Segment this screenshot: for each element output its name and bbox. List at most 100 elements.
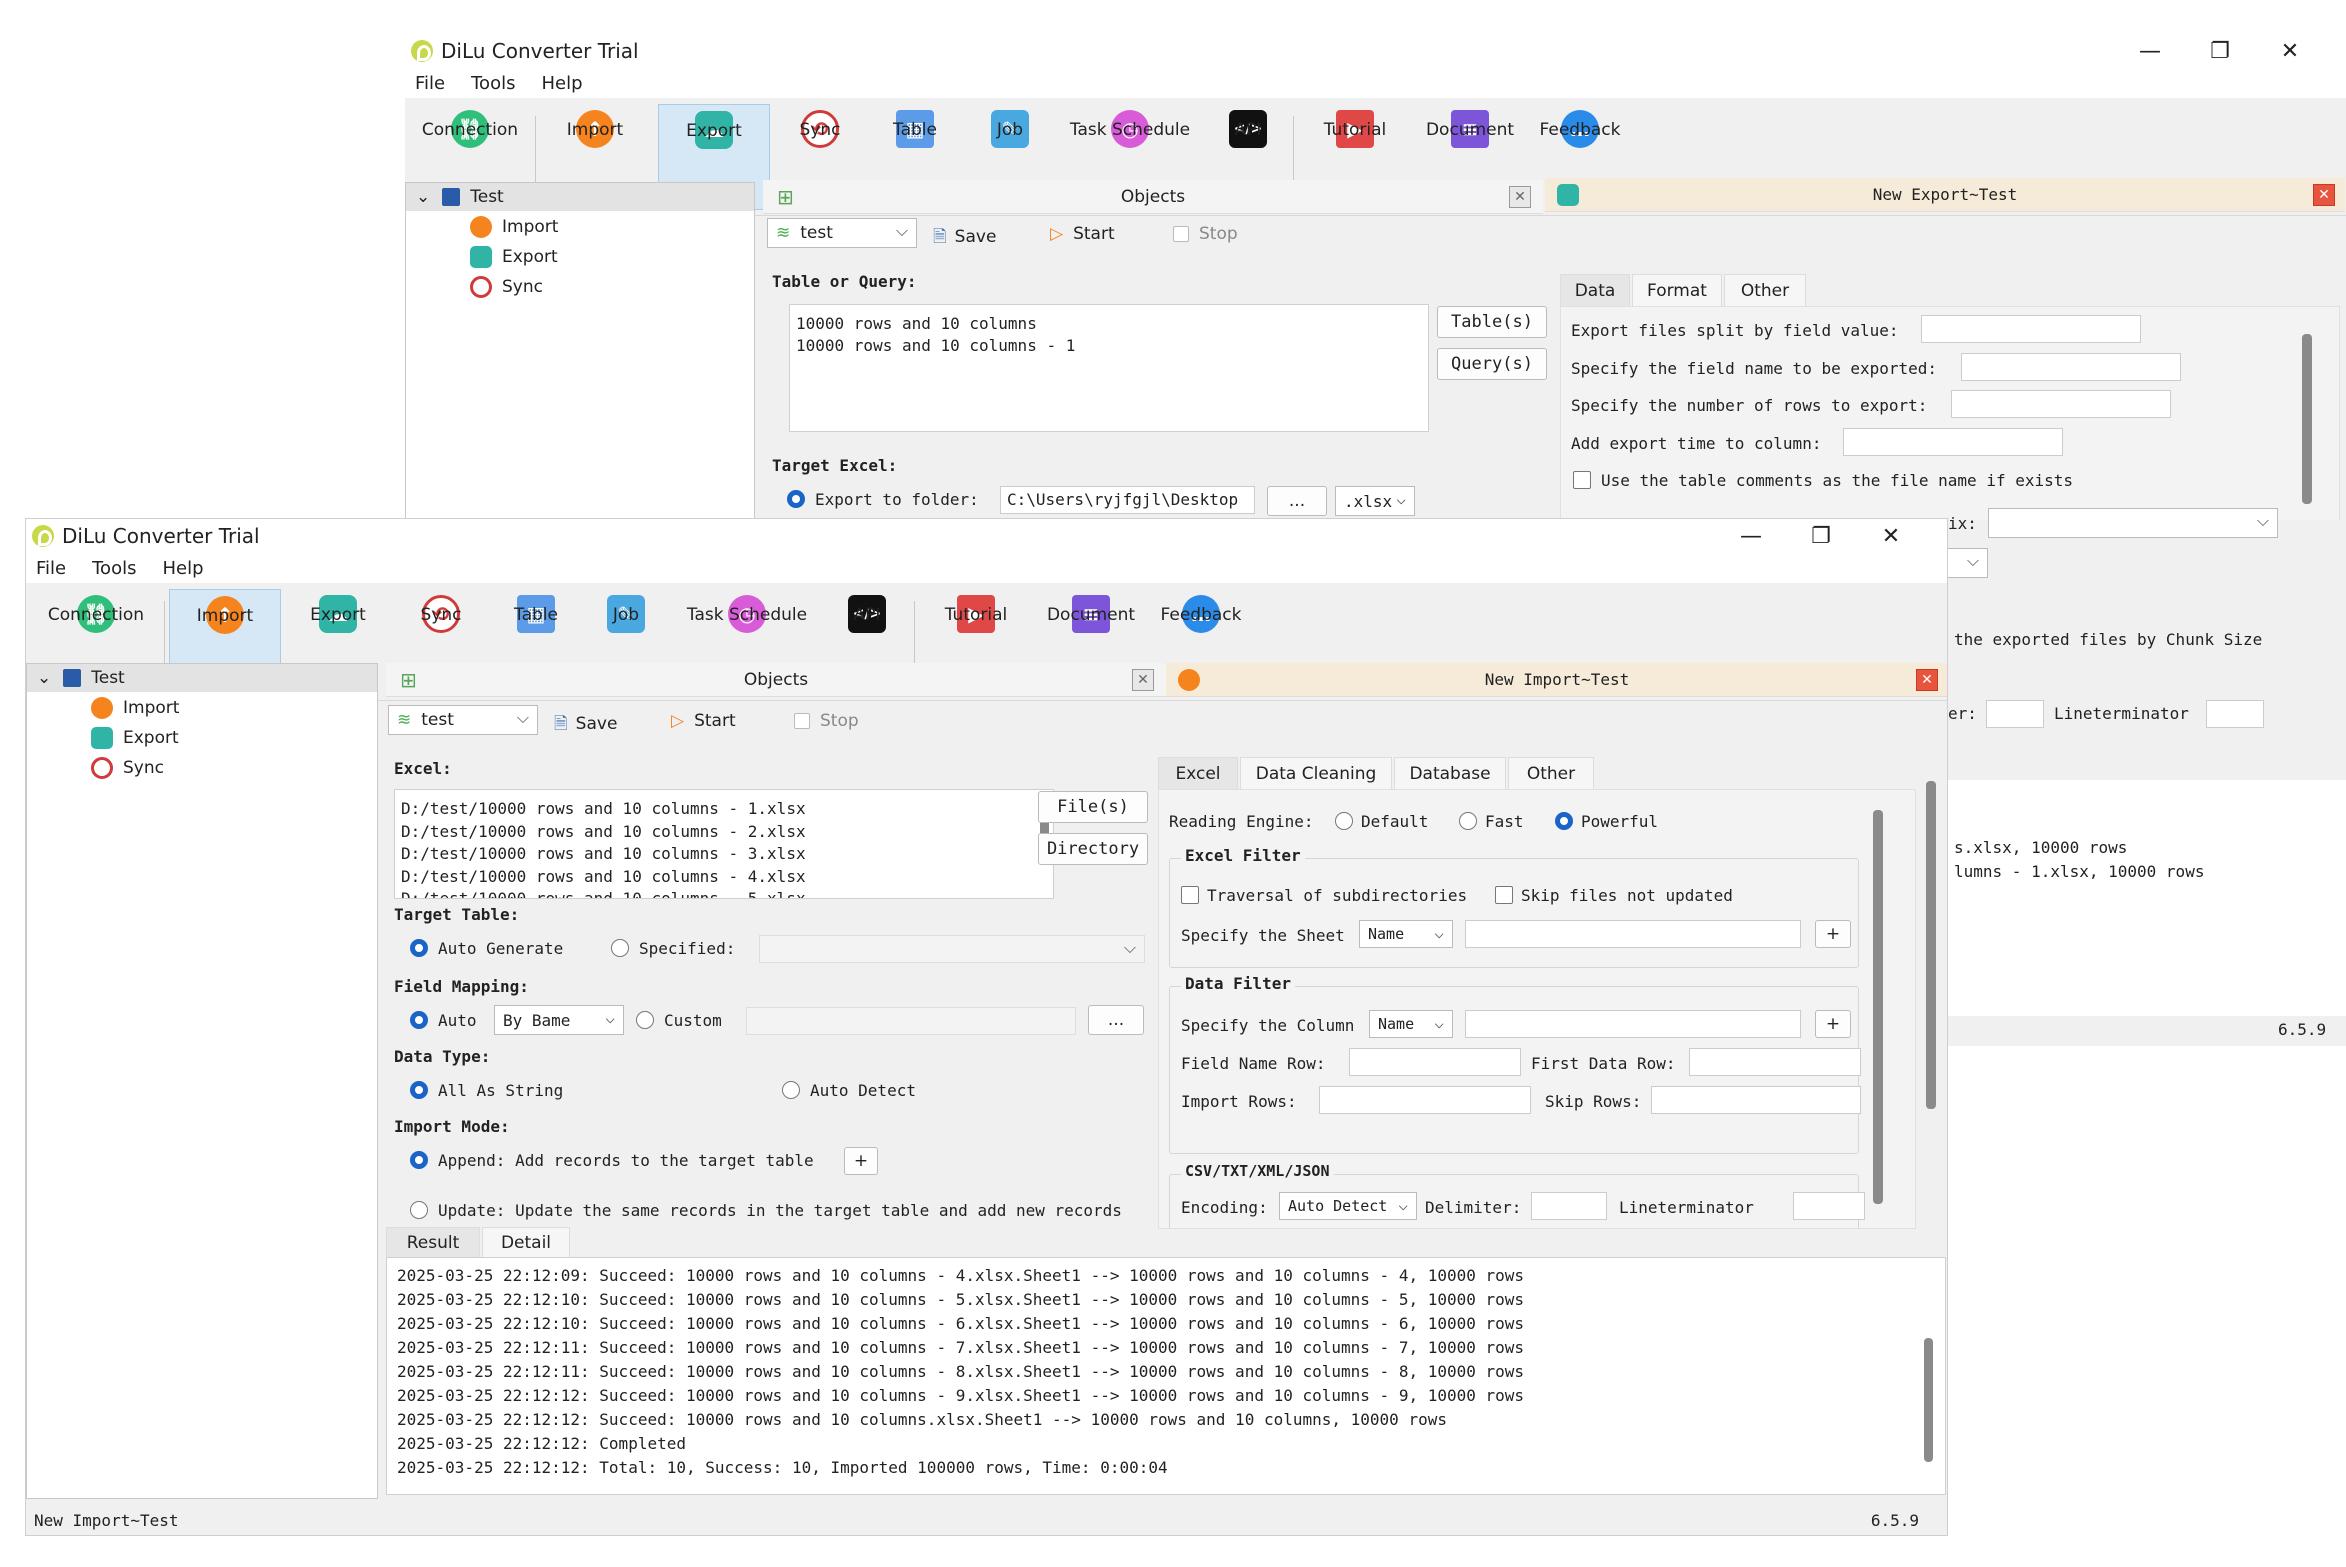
save-button[interactable]: 🗎 Save: [554, 711, 617, 740]
tab-data-cleaning[interactable]: Data Cleaning: [1240, 757, 1392, 789]
scrollbar[interactable]: [2302, 334, 2312, 504]
column-name-input[interactable]: [1465, 1010, 1801, 1038]
files-button[interactable]: File(s): [1038, 791, 1148, 823]
delimiter-input[interactable]: [1531, 1192, 1607, 1220]
field-name-input[interactable]: [1961, 353, 2181, 381]
tree-item-sync[interactable]: Sync: [91, 754, 164, 782]
excel-files-list[interactable]: D:/test/10000 rows and 10 columns - 1.xl…: [394, 789, 1054, 899]
skip-files-checkbox[interactable]: [1495, 886, 1513, 904]
list-item[interactable]: D:/test/10000 rows and 10 columns - 1.xl…: [401, 798, 1047, 821]
engine-default-radio[interactable]: [1335, 812, 1353, 830]
minimize-icon[interactable]: —: [2115, 34, 2185, 68]
export-time-input[interactable]: [1843, 428, 2063, 456]
close-tab-icon[interactable]: ✕: [2313, 184, 2335, 206]
auto-generate-radio[interactable]: [410, 939, 428, 957]
menu-file[interactable]: File: [36, 558, 66, 579]
update-radio[interactable]: [410, 1201, 428, 1219]
sheet-name-input[interactable]: [1465, 920, 1801, 948]
collapse-icon[interactable]: ⌄: [37, 668, 51, 688]
tab-data[interactable]: Data: [1560, 274, 1630, 306]
menu-help[interactable]: Help: [541, 73, 582, 94]
restore-icon[interactable]: ❐: [2185, 34, 2255, 68]
use-comments-checkbox[interactable]: [1573, 471, 1591, 489]
partial-select-2[interactable]: [1948, 548, 1988, 578]
close-icon[interactable]: ✕: [1856, 519, 1926, 553]
custom-mapping-browse-button[interactable]: ...: [1088, 1005, 1144, 1035]
encoding-select[interactable]: Auto Detect: [1279, 1192, 1417, 1220]
folder-path-input[interactable]: C:\Users\ryjfgjl\Desktop: [1000, 486, 1255, 514]
start-button[interactable]: ▷ Start: [1050, 224, 1115, 244]
partial-select[interactable]: [1988, 508, 2278, 538]
database-select[interactable]: ≋ test: [388, 705, 538, 735]
all-as-string-radio[interactable]: [410, 1081, 428, 1099]
mapping-method-select[interactable]: By Bame: [494, 1005, 624, 1035]
partial-delimiter-input[interactable]: [1986, 700, 2044, 728]
auto-detect-radio[interactable]: [782, 1081, 800, 1099]
sheet-mode-select[interactable]: Name: [1359, 920, 1453, 948]
import-rows-input[interactable]: [1319, 1086, 1531, 1114]
tab-other[interactable]: Other: [1508, 757, 1594, 789]
traversal-checkbox[interactable]: [1181, 886, 1199, 904]
tab-other[interactable]: Other: [1724, 274, 1806, 306]
browse-button[interactable]: ...: [1267, 486, 1327, 516]
tree-item-import[interactable]: Import: [91, 694, 179, 722]
tree-item-sync[interactable]: Sync: [470, 273, 543, 301]
engine-powerful-radio[interactable]: [1555, 812, 1573, 830]
tree-item-import[interactable]: Import: [470, 213, 558, 241]
tab-result[interactable]: Result: [386, 1227, 480, 1257]
close-icon[interactable]: ✕: [2255, 34, 2325, 68]
query-button[interactable]: Query(s): [1437, 348, 1547, 380]
partial-lineterminator-input[interactable]: [2206, 700, 2264, 728]
minimize-icon[interactable]: —: [1716, 519, 1786, 553]
list-item[interactable]: D:/test/10000 rows and 10 columns - 2.xl…: [401, 821, 1047, 844]
lineterminator-input[interactable]: [1793, 1192, 1865, 1220]
extension-select[interactable]: .xlsx: [1335, 486, 1415, 516]
save-button[interactable]: 🗎 Save: [933, 224, 996, 253]
list-item[interactable]: 10000 rows and 10 columns - 1: [796, 335, 1422, 357]
scrollbar[interactable]: [1926, 781, 1936, 1109]
menu-file[interactable]: File: [415, 73, 445, 94]
tree-item-export[interactable]: Export: [91, 724, 179, 752]
scrollbar[interactable]: [1873, 810, 1883, 1204]
custom-mapping-radio[interactable]: [636, 1011, 654, 1029]
field-name-row-input[interactable]: [1349, 1048, 1521, 1076]
close-objects-icon[interactable]: ✕: [1509, 186, 1531, 208]
split-field-input[interactable]: [1921, 315, 2141, 343]
list-item[interactable]: 10000 rows and 10 columns: [796, 313, 1422, 335]
tab-detail[interactable]: Detail: [482, 1227, 570, 1257]
append-add-button[interactable]: +: [844, 1147, 878, 1175]
list-item[interactable]: D:/test/10000 rows and 10 columns - 5.xl…: [401, 888, 1047, 898]
skip-rows-input[interactable]: [1651, 1086, 1861, 1114]
row-count-input[interactable]: [1951, 390, 2171, 418]
list-item[interactable]: D:/test/10000 rows and 10 columns - 4.xl…: [401, 866, 1047, 889]
tables-list[interactable]: 10000 rows and 10 columns 10000 rows and…: [789, 304, 1429, 432]
tree-item-export[interactable]: Export: [470, 243, 558, 271]
scrollbar[interactable]: [1924, 1338, 1933, 1462]
stop-button[interactable]: Stop: [1173, 224, 1238, 244]
collapse-icon[interactable]: ⌄: [416, 187, 430, 207]
tables-button[interactable]: Table(s): [1437, 306, 1547, 338]
stop-button[interactable]: Stop: [794, 711, 859, 731]
tree-root-test[interactable]: ⌄ Test: [27, 664, 377, 692]
menu-tools[interactable]: Tools: [92, 558, 136, 579]
close-tab-icon[interactable]: ✕: [1916, 669, 1938, 691]
list-item[interactable]: D:/test/10000 rows and 10 columns - 3.xl…: [401, 843, 1047, 866]
append-radio[interactable]: [410, 1151, 428, 1169]
tree-root-test[interactable]: ⌄ Test: [406, 183, 754, 211]
column-mode-select[interactable]: Name: [1369, 1010, 1453, 1038]
menu-tools[interactable]: Tools: [471, 73, 515, 94]
tab-format[interactable]: Format: [1632, 274, 1722, 306]
start-button[interactable]: ▷ Start: [671, 711, 736, 731]
restore-icon[interactable]: ❐: [1786, 519, 1856, 553]
specified-table-select[interactable]: [759, 935, 1145, 963]
custom-mapping-input[interactable]: [746, 1007, 1076, 1035]
menu-help[interactable]: Help: [162, 558, 203, 579]
export-to-folder-radio[interactable]: [787, 490, 805, 508]
first-data-row-input[interactable]: [1689, 1048, 1861, 1076]
database-select[interactable]: ≋ test: [767, 218, 917, 248]
tab-excel[interactable]: Excel: [1158, 757, 1238, 789]
sheet-add-button[interactable]: +: [1815, 920, 1851, 948]
close-objects-icon[interactable]: ✕: [1132, 669, 1154, 691]
column-add-button[interactable]: +: [1815, 1010, 1851, 1038]
tab-database[interactable]: Database: [1394, 757, 1506, 789]
